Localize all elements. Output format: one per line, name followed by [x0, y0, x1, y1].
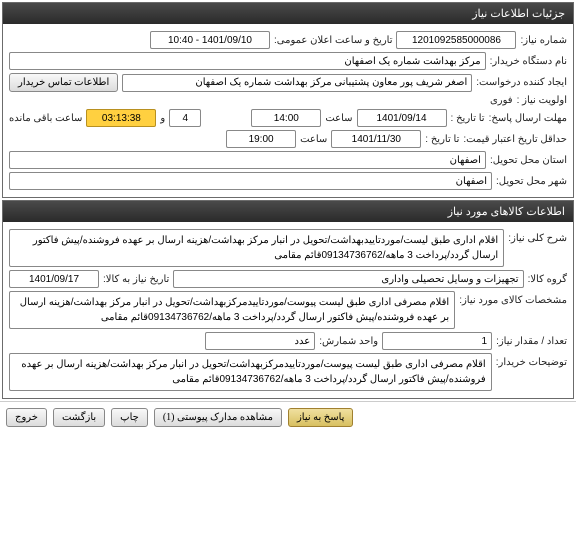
unit-field: عدد	[205, 332, 315, 350]
reply-deadline-label: مهلت ارسال پاسخ:	[489, 113, 567, 124]
quote-time-field: 19:00	[226, 130, 296, 148]
group-date-label: تاریخ نیاز به کالا:	[103, 274, 169, 285]
announce-field: 1401/09/10 - 10:40	[150, 31, 270, 49]
back-button[interactable]: بازگشت	[53, 408, 105, 427]
desc-label: شرح کلی نیاز:	[508, 229, 567, 244]
announce-label: تاریخ و ساعت اعلان عمومی:	[274, 35, 393, 46]
group-field: تجهیزات و وسایل تحصیلی واداری	[173, 270, 523, 288]
priority-value: فوری	[490, 95, 513, 106]
buyer-notes-label: توضیحات خریدار:	[496, 353, 567, 368]
exit-button[interactable]: خروج	[6, 408, 47, 427]
creator-label: ایجاد کننده درخواست:	[476, 77, 567, 88]
info-panel-header: جزئیات اطلاعات نیاز	[3, 3, 573, 24]
print-button[interactable]: چاپ	[111, 408, 148, 427]
goods-panel-body: شرح کلی نیاز: اقلام اداری طبق لیست/موردت…	[3, 222, 573, 398]
goods-panel-header: اطلاعات کالاهای مورد نیاز	[3, 201, 573, 222]
priority-label: اولویت نیاز :	[517, 95, 567, 106]
qty-label: تعداد / مقدار نیاز:	[496, 336, 567, 347]
contact-buyer-button[interactable]: اطلاعات تماس خریدار	[9, 73, 118, 92]
group-label: گروه کالا:	[528, 274, 567, 285]
quote-date-field: 1401/11/30	[331, 130, 421, 148]
days-field: 4	[169, 109, 201, 127]
attachments-button[interactable]: مشاهده مدارک پیوستی (1)	[154, 408, 282, 427]
info-panel: جزئیات اطلاعات نیاز شماره نیاز: 12010925…	[2, 2, 574, 198]
group-date-field: 1401/09/17	[9, 270, 99, 288]
quote-valid-label: حداقل تاریخ اعتبار قیمت:	[463, 134, 567, 145]
need-no-label: شماره نیاز:	[520, 35, 567, 46]
city-label: شهر محل تحویل:	[496, 176, 567, 187]
unit-label: واحد شمارش:	[319, 336, 378, 347]
province-label: استان محل تحویل:	[490, 155, 567, 166]
remain-label: ساعت باقی مانده	[9, 113, 82, 124]
goods-panel: اطلاعات کالاهای مورد نیاز شرح کلی نیاز: …	[2, 200, 574, 399]
qty-field: 1	[382, 332, 492, 350]
spec-field: اقلام مصرفی اداری طبق لیست پیوست/موردتای…	[9, 291, 455, 329]
org-label: نام دستگاه خریدار:	[490, 56, 567, 67]
quote-todate-label: تا تاریخ :	[425, 134, 459, 145]
remain-time-field: 03:13:38	[86, 109, 156, 127]
reply-date-field: 1401/09/14	[357, 109, 447, 127]
desc-field: اقلام اداری طبق لیست/موردتاییدبهداشت/تحو…	[9, 229, 504, 267]
province-field: اصفهان	[9, 151, 486, 169]
reply-time-field: 14:00	[251, 109, 321, 127]
need-no-field: 1201092585000086	[396, 31, 516, 49]
footer-bar: پاسخ به نیاز مشاهده مدارک پیوستی (1) چاپ…	[0, 401, 576, 433]
reply-time-label: ساعت	[325, 113, 352, 124]
quote-time-label: ساعت	[300, 134, 327, 145]
and-label: و	[160, 113, 165, 124]
reply-todate-label: تا تاریخ :	[451, 113, 485, 124]
buyer-notes-field: اقلام مصرفی اداری طبق لیست پیوست/موردتای…	[9, 353, 492, 391]
info-panel-body: شماره نیاز: 1201092585000086 تاریخ و ساع…	[3, 24, 573, 197]
org-field: مرکز بهداشت شماره یک اصفهان	[9, 52, 486, 70]
creator-field: اصغر شریف پور معاون پشتیبانی مرکز بهداشت…	[122, 74, 472, 92]
reply-button[interactable]: پاسخ به نیاز	[288, 408, 354, 427]
spec-label: مشخصات کالای مورد نیاز:	[459, 291, 567, 306]
city-field: اصفهان	[9, 172, 492, 190]
